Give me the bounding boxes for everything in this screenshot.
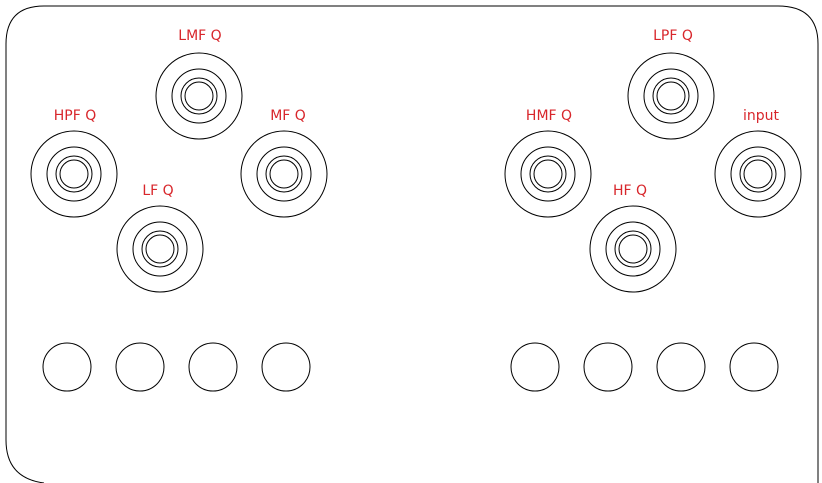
knob-cap-ring <box>55 155 93 193</box>
knob-label: LPF Q <box>653 28 693 44</box>
knob-label: HF Q <box>613 183 647 199</box>
push-button-4[interactable] <box>261 342 311 392</box>
knob-cap <box>59 159 89 189</box>
panel-outline <box>5 5 819 483</box>
knob-cap <box>145 234 175 264</box>
knob-middle-ring <box>46 146 102 202</box>
push-button-3[interactable] <box>188 342 238 392</box>
knob-label: MF Q <box>270 108 306 124</box>
knob-hpf-q[interactable]: HPF Q <box>30 108 118 218</box>
push-button-2[interactable] <box>115 342 165 392</box>
knob-label: LMF Q <box>178 28 221 44</box>
knob-middle-ring <box>132 221 188 277</box>
knob-lf-q[interactable]: LF Q <box>116 183 204 293</box>
knob-cap-ring <box>141 230 179 268</box>
knob-label: LF Q <box>142 183 173 199</box>
knob-outer-ring <box>116 205 204 293</box>
knob-label: input <box>743 108 780 124</box>
control-panel-diagram: LMF Q HPF Q MF Q LF Q LPF Q HMF Q input … <box>5 5 819 483</box>
push-button-5[interactable] <box>510 342 560 392</box>
push-button-1[interactable] <box>42 342 92 392</box>
knob-outer-ring <box>30 130 118 218</box>
knob-label: HPF Q <box>54 108 97 124</box>
knob-label: HMF Q <box>526 108 572 124</box>
